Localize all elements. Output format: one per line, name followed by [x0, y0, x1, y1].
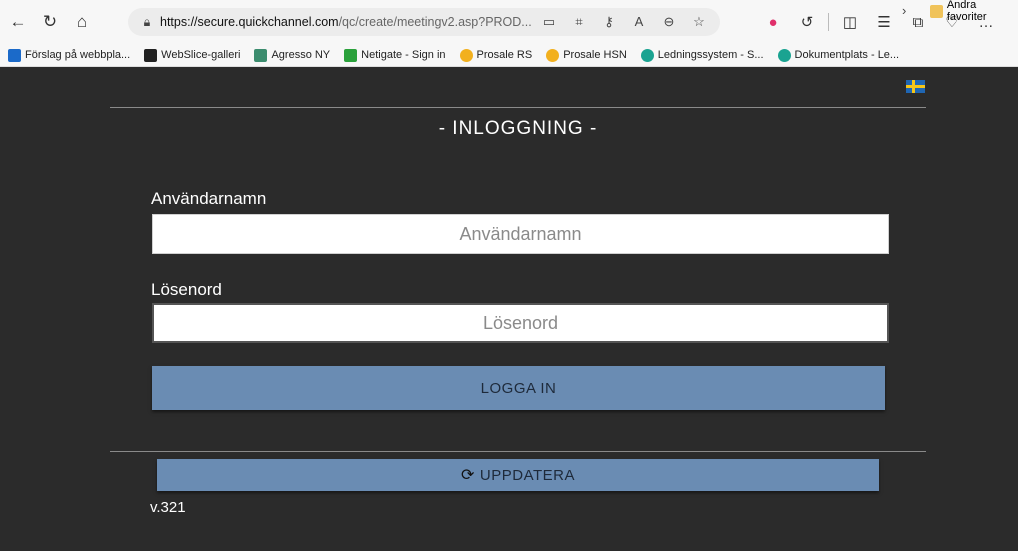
update-button[interactable]: ⟳ UPPDATERA [157, 459, 879, 491]
favorite-label: Dokumentplats - Le... [794, 49, 900, 61]
favorite-item[interactable]: Dokumentplats - Le... [777, 48, 900, 62]
favorites-icon[interactable]: ☰ [867, 13, 901, 31]
username-label: Användarnamn [151, 189, 267, 208]
favorite-item[interactable]: WebSlice-galleri [144, 48, 241, 62]
favorite-star-icon[interactable]: ☆ [686, 14, 712, 30]
chevron-right-icon[interactable]: › [902, 3, 906, 18]
favorite-item[interactable]: Förslag på webbpla... [8, 48, 131, 62]
divider-bottom [110, 451, 926, 452]
favorite-icon [8, 48, 21, 62]
password-label: Lösenord [151, 280, 222, 299]
split-screen-icon[interactable]: ◫ [833, 13, 867, 31]
favorite-icon [777, 48, 791, 62]
zoom-icon[interactable]: ⊖ [656, 14, 682, 30]
favorite-item[interactable]: Prosale HSN [546, 48, 627, 62]
favorite-icon [144, 48, 158, 62]
username-input[interactable] [152, 214, 889, 254]
favorite-label: Förslag på webbpla... [25, 49, 131, 61]
favorite-item[interactable]: Netigate - Sign in [344, 48, 446, 62]
favorite-item[interactable]: Prosale RS [459, 48, 533, 62]
swedish-flag-icon[interactable] [906, 80, 925, 93]
refresh-icon: ⟳ [461, 467, 475, 484]
url-text: https://secure.quickchannel.com/qc/creat… [160, 15, 536, 29]
copilot-icon[interactable]: ↺ [790, 13, 824, 31]
address-bar[interactable]: 🔒︎ https://secure.quickchannel.com/qc/cr… [128, 8, 720, 36]
grid-icon[interactable]: ⌗ [566, 14, 592, 30]
favorite-label: Ledningssystem - S... [657, 49, 764, 61]
login-button[interactable]: LOGGA IN [152, 366, 885, 410]
favorites-other[interactable]: Andra favoriter [930, 0, 1018, 23]
favorite-item[interactable]: Ledningssystem - S... [640, 48, 764, 62]
divider-top [110, 107, 926, 108]
favorite-label: WebSlice-galleri [161, 49, 241, 61]
key-icon[interactable]: ⚷ [596, 14, 622, 30]
password-input[interactable] [152, 303, 889, 343]
favorite-icon [344, 48, 358, 62]
favorite-label: Netigate - Sign in [361, 49, 446, 61]
favorite-label: Prosale HSN [563, 49, 627, 61]
favorite-icon [254, 48, 268, 62]
back-icon[interactable]: ← [4, 8, 32, 36]
favorite-item[interactable]: Agresso NY [254, 48, 331, 62]
favorite-icon [640, 48, 654, 62]
address-bar-actions: ▭ ⌗ ⚷ A ⊖ ☆ [536, 14, 712, 30]
extension-icon[interactable]: ● [756, 14, 790, 31]
lock-icon[interactable]: 🔒︎ [134, 15, 160, 30]
favorite-icon [546, 48, 560, 62]
favorite-icon [459, 48, 473, 62]
browser-toolbar: ← ↻ ⌂ 🔒︎ https://secure.quickchannel.com… [0, 0, 1018, 44]
favorite-label: Prosale RS [476, 49, 533, 61]
separator [828, 13, 829, 31]
update-button-label: UPPDATERA [479, 466, 575, 484]
reader-icon[interactable]: ▭ [536, 14, 562, 30]
folder-icon [930, 4, 943, 18]
favorites-other-label: Andra favoriter [946, 0, 987, 23]
url-path: /qc/create/meetingv2.asp?PROD... [338, 15, 532, 29]
page-title: - INLOGGNING - [438, 118, 598, 139]
read-aloud-icon[interactable]: A [626, 14, 652, 30]
refresh-icon[interactable]: ↻ [36, 8, 64, 36]
url-host: https://secure.quickchannel.com [160, 15, 339, 29]
version-text: v.321 [150, 499, 186, 516]
home-icon[interactable]: ⌂ [68, 8, 96, 36]
favorites-bar: Förslag på webbpla... WebSlice-galleri Agr… [0, 44, 1018, 67]
favorite-label: Agresso NY [271, 49, 331, 61]
